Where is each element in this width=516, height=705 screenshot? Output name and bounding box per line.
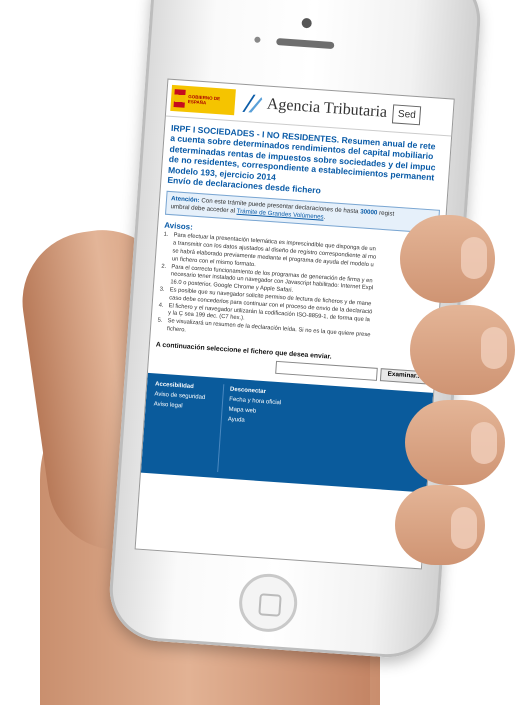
search-input[interactable]: Sed bbox=[392, 103, 422, 125]
home-square-icon bbox=[258, 593, 282, 617]
footer-col-2: Desconectar Fecha y hora oficial Mapa we… bbox=[224, 384, 282, 475]
finger bbox=[400, 215, 495, 303]
fingernail bbox=[471, 422, 497, 464]
fingernail bbox=[481, 327, 507, 369]
fingernail bbox=[451, 507, 477, 549]
gov-logo[interactable]: GOBIERNO DE ESPAÑA bbox=[170, 84, 236, 116]
camera bbox=[301, 17, 313, 29]
scene: GOBIERNO DE ESPAÑA Agencia Tributaria Se… bbox=[0, 0, 516, 705]
home-button[interactable] bbox=[237, 571, 300, 634]
gov-logo-text: GOBIERNO DE ESPAÑA bbox=[187, 94, 221, 106]
site-footer: Accesibilidad Aviso de seguridad Aviso l… bbox=[140, 372, 434, 493]
footer-col-1: Accesibilidad Aviso de seguridad Aviso l… bbox=[149, 379, 225, 472]
attention-period: . bbox=[323, 214, 326, 222]
sensor bbox=[254, 36, 261, 43]
finger bbox=[410, 305, 515, 395]
finger bbox=[405, 400, 505, 485]
finger bbox=[395, 485, 485, 565]
fingernail bbox=[461, 237, 487, 279]
crest-icon bbox=[173, 89, 186, 108]
avisos-list: 1. Para efectuar la presentación telemáti… bbox=[151, 232, 443, 353]
speaker bbox=[276, 38, 335, 50]
agency-name[interactable]: Agencia Tributaria bbox=[266, 96, 387, 122]
attention-limit: 30000 bbox=[359, 208, 378, 217]
attention-text-after: regist bbox=[377, 209, 395, 219]
agency-logo-icon bbox=[242, 94, 263, 113]
